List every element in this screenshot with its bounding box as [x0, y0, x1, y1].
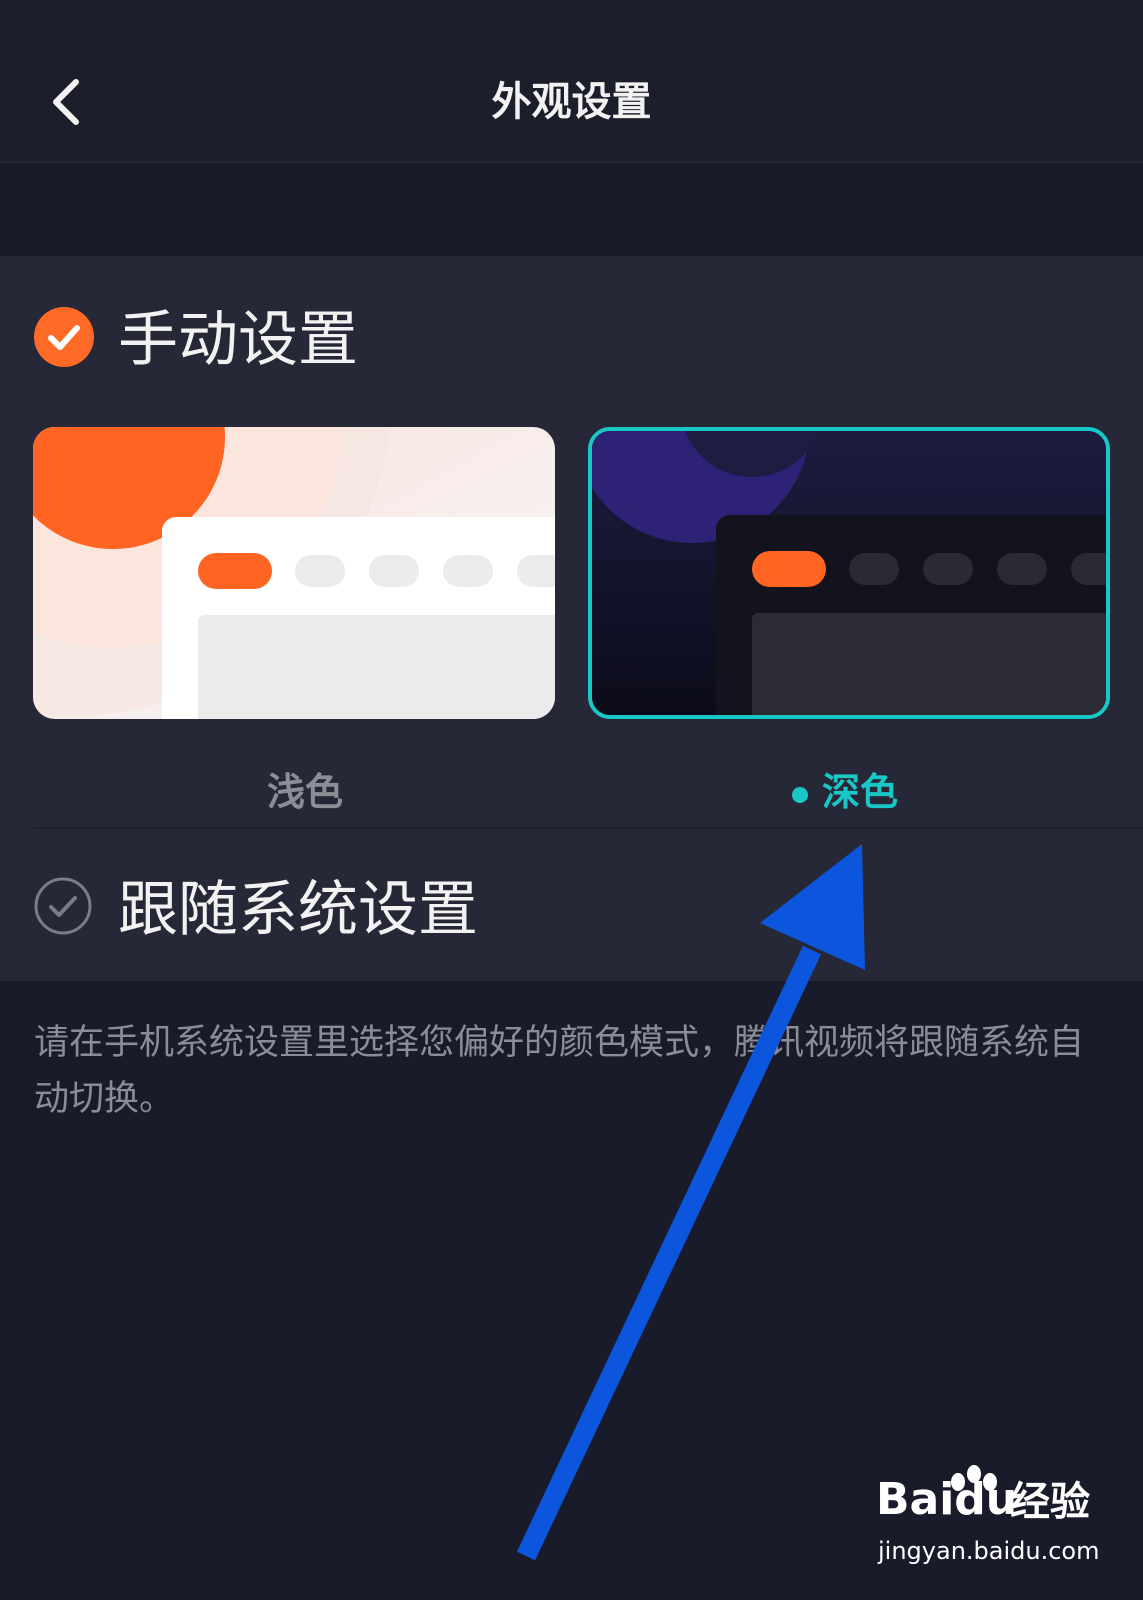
page-title: 外观设置 — [491, 79, 652, 125]
section-spacer — [0, 163, 1143, 256]
appearance-settings-page: 外观设置 手动设置 浅色 深色 跟随系统设置 请在手机系统设置里选择您偏好的颜色… — [0, 0, 1143, 1600]
dark-theme-label[interactable]: 深色 — [822, 764, 898, 820]
watermark-brand: Baidu — [876, 1474, 1018, 1525]
manual-setting-checkbox[interactable] — [33, 306, 95, 368]
divider — [33, 827, 1143, 829]
check-circle-icon — [34, 307, 94, 367]
top-bar: 外观设置 — [0, 0, 1143, 163]
baidu-jingyan-watermark: Baidu 经验 jingyan.baidu.com — [876, 1465, 1116, 1580]
follow-system-description: 请在手机系统设置里选择您偏好的颜色模式，腾讯视频将跟随系统自动切换。 — [34, 1023, 1085, 1119]
dark-theme-preview — [592, 431, 1106, 715]
follow-system-checkbox[interactable] — [33, 876, 93, 936]
manual-setting-label[interactable]: 手动设置 — [118, 300, 358, 380]
selected-indicator-dot — [792, 787, 808, 803]
check-circle-outline-icon — [34, 877, 92, 935]
dark-theme-card[interactable] — [588, 427, 1110, 719]
watermark-suffix: 经验 — [1010, 1479, 1090, 1525]
follow-system-label[interactable]: 跟随系统设置 — [118, 870, 478, 950]
watermark-url: jingyan.baidu.com — [878, 1537, 1100, 1565]
light-theme-card[interactable] — [33, 427, 555, 719]
light-theme-preview — [33, 427, 555, 719]
light-theme-label[interactable]: 浅色 — [267, 764, 343, 820]
